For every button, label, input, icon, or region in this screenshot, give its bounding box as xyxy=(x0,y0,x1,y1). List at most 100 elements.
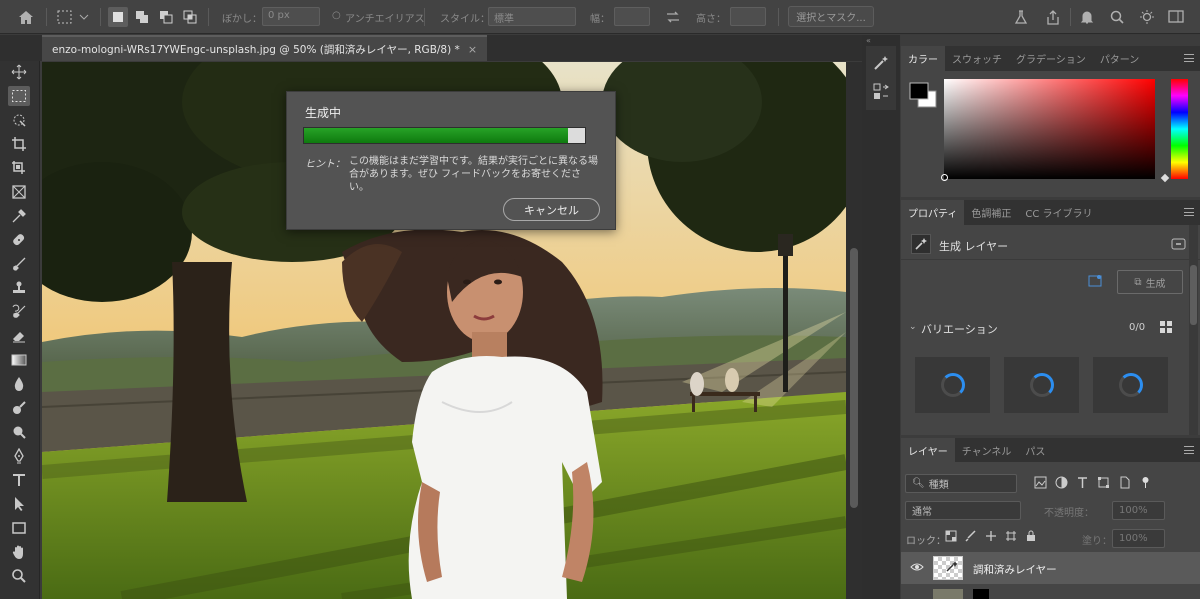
tab-layers[interactable]: レイヤー xyxy=(901,438,955,463)
fill-input[interactable]: 100% xyxy=(1112,529,1165,548)
type-layer-filter-icon[interactable] xyxy=(1076,476,1089,489)
type-tool-icon[interactable] xyxy=(8,470,30,490)
add-to-selection-icon[interactable] xyxy=(132,7,152,27)
layer-link-icon[interactable] xyxy=(1171,237,1187,254)
crop-tool-icon[interactable] xyxy=(8,134,30,154)
dodge-tool-icon[interactable] xyxy=(8,398,30,418)
canvas-scrollbar-thumb[interactable] xyxy=(850,248,858,508)
style-select[interactable]: 標準 xyxy=(488,7,576,26)
variation-thumbnail[interactable] xyxy=(915,357,990,413)
tab-color[interactable]: カラー xyxy=(901,46,945,71)
properties-scrollbar[interactable] xyxy=(1189,225,1198,435)
tab-swatches[interactable]: スウォッチ xyxy=(945,46,1009,71)
generative-layer-badge-icon xyxy=(946,560,958,575)
document-tab[interactable]: enzo-mologni-WRs17YWEngc-unsplash.jpg @ … xyxy=(42,35,488,61)
color-picker-field[interactable] xyxy=(944,79,1155,179)
variations-label: バリエーション xyxy=(921,323,998,336)
hand-tool-icon[interactable] xyxy=(8,542,30,562)
cancel-button[interactable]: キャンセル xyxy=(503,198,600,221)
tab-properties[interactable]: プロパティ xyxy=(901,200,965,225)
layer-filter-select[interactable]: 🔍︎ 種類 xyxy=(905,474,1017,493)
properties-panel-menu-icon[interactable] xyxy=(1184,208,1194,216)
search-icon[interactable] xyxy=(1106,7,1128,27)
opacity-input[interactable]: 100% xyxy=(1112,501,1165,520)
path-selection-tool-icon[interactable] xyxy=(8,494,30,514)
expand-panels-icon[interactable]: « xyxy=(866,36,871,45)
generate-button[interactable]: ⧉ 生成 xyxy=(1117,270,1183,294)
layer-visibility-eye-icon[interactable] xyxy=(910,562,924,575)
layers-panel-menu-icon[interactable] xyxy=(1184,446,1194,454)
grid-view-icon[interactable] xyxy=(1159,320,1173,337)
marquee-preset-icon[interactable] xyxy=(54,7,94,27)
zoom-tool-icon[interactable] xyxy=(8,566,30,586)
intersect-selection-icon[interactable] xyxy=(180,7,200,27)
feather-input[interactable]: 0 px xyxy=(262,7,320,26)
tab-paths[interactable]: パス xyxy=(1018,438,1052,463)
adjustment-layer-filter-icon[interactable] xyxy=(1055,476,1068,489)
share-icon[interactable] xyxy=(1042,7,1064,27)
notification-bell-icon[interactable] xyxy=(1076,7,1098,27)
tab-channels[interactable]: チャンネル xyxy=(955,438,1019,463)
tab-patterns[interactable]: パターン xyxy=(1093,46,1147,71)
move-tool-icon[interactable] xyxy=(8,62,30,82)
subtract-from-selection-icon[interactable] xyxy=(156,7,176,27)
eyedropper-tool-icon[interactable] xyxy=(8,206,30,226)
smart-object-filter-icon[interactable] xyxy=(1118,476,1131,489)
adjustments-history-icon[interactable] xyxy=(872,82,890,105)
home-icon[interactable] xyxy=(14,7,38,27)
feedback-image-icon[interactable] xyxy=(1088,274,1104,291)
width-label: 幅： xyxy=(590,14,610,25)
swap-dimensions-icon[interactable] xyxy=(662,7,684,27)
rectangle-tool-icon[interactable] xyxy=(8,518,30,538)
flask-icon[interactable] xyxy=(1010,7,1032,27)
healing-brush-tool-icon[interactable] xyxy=(8,230,30,250)
generating-progress-dialog: 生成中 ヒント： この機能はまだ学習中です。結果が実行ごとに異なる場合があります… xyxy=(286,91,616,230)
variation-thumbnail[interactable] xyxy=(1004,357,1079,413)
layer-row[interactable] xyxy=(901,585,1200,599)
brush-tool-icon[interactable] xyxy=(8,254,30,274)
eraser-tool-icon[interactable] xyxy=(8,326,30,346)
lock-all-icon[interactable] xyxy=(1025,530,1037,542)
foreground-background-swatches[interactable] xyxy=(909,82,939,113)
lock-position-icon[interactable] xyxy=(985,530,997,542)
object-selection-tool-icon[interactable] xyxy=(8,110,30,130)
filter-toggle-icon[interactable] xyxy=(1139,476,1152,489)
select-and-mask-button[interactable]: 選択とマスク... xyxy=(788,6,874,27)
frame-tool-icon[interactable] xyxy=(8,182,30,202)
blend-mode-select[interactable]: 通常 xyxy=(905,501,1021,520)
tab-adjustments[interactable]: 色調補正 xyxy=(964,200,1018,225)
canvas-vertical-scrollbar[interactable] xyxy=(846,62,862,599)
width-input[interactable] xyxy=(614,7,650,26)
pixel-layer-filter-icon[interactable] xyxy=(1034,476,1047,489)
hue-slider[interactable] xyxy=(1171,79,1188,179)
height-input[interactable] xyxy=(730,7,766,26)
discover-lightbulb-icon[interactable] xyxy=(1136,7,1158,27)
tab-gradients[interactable]: グラデーション xyxy=(1009,46,1093,71)
sponge-tool-icon[interactable] xyxy=(8,422,30,442)
clone-stamp-tool-icon[interactable] xyxy=(8,278,30,298)
layer-row-selected[interactable]: 調和済みレイヤー xyxy=(901,552,1200,584)
pen-tool-icon[interactable] xyxy=(8,446,30,466)
lock-artboard-icon[interactable] xyxy=(1005,530,1017,542)
blur-tool-icon[interactable] xyxy=(8,374,30,394)
shape-layer-filter-icon[interactable] xyxy=(1097,476,1110,489)
color-picker-cursor-icon[interactable] xyxy=(941,174,948,181)
close-document-icon[interactable]: × xyxy=(468,43,477,56)
tools-panel: » xyxy=(0,35,40,599)
gradient-tool-icon[interactable] xyxy=(8,350,30,370)
rectangular-marquee-tool-icon[interactable] xyxy=(8,86,30,106)
variations-collapse-icon[interactable]: ⌄ xyxy=(909,322,917,332)
properties-scrollbar-thumb[interactable] xyxy=(1190,265,1197,325)
lock-label: ロック： xyxy=(906,536,946,547)
lock-image-pixels-icon[interactable] xyxy=(965,530,977,542)
crop-frame-tool-icon[interactable] xyxy=(8,158,30,178)
color-panel-menu-icon[interactable] xyxy=(1184,54,1194,62)
lock-transparent-pixels-icon[interactable] xyxy=(945,530,957,542)
tab-cc-libraries[interactable]: CC ライブラリ xyxy=(1018,200,1099,225)
antialias-checkbox-icon[interactable]: ○ xyxy=(332,10,341,21)
generative-ai-icon[interactable] xyxy=(872,54,890,75)
workspace-icon[interactable] xyxy=(1164,7,1188,27)
variation-thumbnail[interactable] xyxy=(1093,357,1168,413)
new-selection-icon[interactable] xyxy=(108,7,128,27)
history-brush-tool-icon[interactable] xyxy=(8,302,30,322)
